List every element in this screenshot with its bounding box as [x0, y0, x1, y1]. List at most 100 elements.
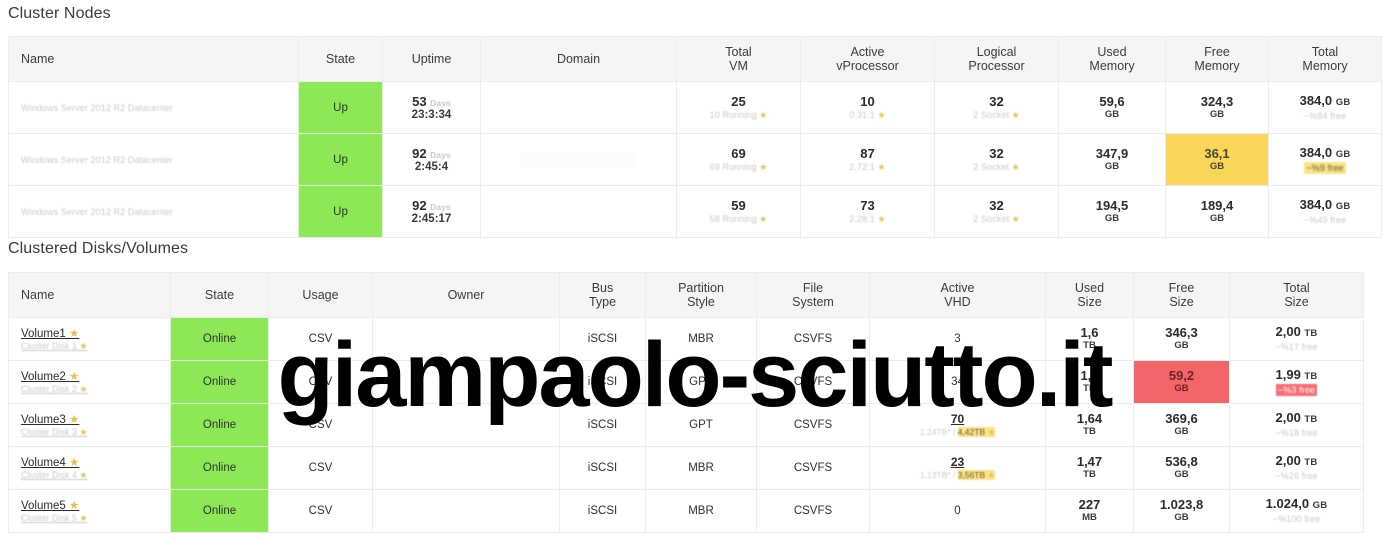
col-header-file-system[interactable]: File System — [756, 272, 870, 318]
volume-active-vhd-sub: 1,24TB* / 4,42TB ★ — [919, 427, 996, 437]
volume-partition-style-cell: MBR — [645, 446, 757, 490]
node-logical-processor-sub[interactable]: 2 Socket ★ — [937, 161, 1056, 173]
col-header-volume-state[interactable]: State — [170, 272, 269, 318]
col-header-used-size[interactable]: Used Size — [1045, 272, 1134, 318]
volume-free-size-cell: 59,2 GB — [1133, 360, 1230, 404]
volume-name-link[interactable]: Volume1 ★ — [21, 328, 79, 340]
col-header-active-vprocessor[interactable]: Active vProcessor — [800, 36, 935, 82]
node-used-memory-unit: GB — [1104, 212, 1120, 224]
node-domain-cell — [480, 81, 677, 134]
col-header-domain[interactable]: Domain — [480, 36, 677, 82]
node-active-vprocessor-sub[interactable]: 0,31:1 ★ — [803, 109, 932, 121]
volume-used-size-unit: TB — [1083, 340, 1096, 351]
volume-disk-label[interactable]: Cluster Disk 1 ★ — [21, 340, 168, 353]
volume-bus-type-cell: iSCSI — [559, 403, 646, 447]
volume-name-cell[interactable]: Volume1 ★ Cluster Disk 1 ★ — [8, 317, 171, 361]
volume-file-system-cell: CSVFS — [756, 360, 870, 404]
node-active-vprocessor-sub[interactable]: 2,72:1 ★ — [803, 161, 932, 173]
node-total-memory-free-badge: ~%49 free — [1303, 214, 1347, 225]
volume-active-vhd-value[interactable]: 23 — [872, 455, 1043, 469]
node-total-vm-sub[interactable]: 58 Running ★ — [679, 213, 798, 225]
node-total-vm-value: 59 — [731, 197, 746, 213]
col-header-owner-l1: Owner — [447, 288, 485, 302]
node-uptime-days: 92 Days — [412, 145, 451, 161]
volume-total-size-cell: 1.024,0 GB ~%100 free — [1229, 489, 1364, 533]
volume-total-size-free-badge: ~%26 free — [1275, 471, 1318, 481]
col-header-free-size[interactable]: Free Size — [1133, 272, 1230, 318]
col-header-name[interactable]: Name — [8, 36, 299, 82]
node-total-vm-sub[interactable]: 10 Running ★ — [679, 109, 798, 121]
col-header-name-l1: Name — [21, 52, 55, 66]
volume-used-size-unit: TB — [1083, 469, 1096, 480]
col-header-logical-processor[interactable]: Logical Processor — [934, 36, 1059, 82]
col-header-owner[interactable]: Owner — [372, 272, 560, 318]
col-header-free-memory[interactable]: Free Memory — [1165, 36, 1269, 82]
col-header-volume-name[interactable]: Name — [8, 272, 171, 318]
node-domain-cell — [480, 133, 677, 186]
col-header-total-size[interactable]: Total Size — [1229, 272, 1364, 318]
node-used-memory-cell: 194,5 GB — [1058, 185, 1166, 238]
node-total-vm-cell: 69 69 Running ★ — [676, 133, 801, 186]
volume-name-link[interactable]: Volume2 ★ — [21, 371, 79, 383]
col-header-usage-l1: Usage — [302, 288, 339, 302]
volume-used-size-value: 1,64 — [1076, 411, 1103, 426]
node-logical-processor-sub[interactable]: 2 Socket ★ — [937, 213, 1056, 225]
volume-name-cell[interactable]: Volume4 ★ Cluster Disk 4 ★ — [8, 446, 171, 490]
col-header-partition-style-l2: Style — [687, 295, 715, 309]
col-header-free-memory-l1: Free — [1204, 45, 1230, 59]
volume-state-badge: Online — [170, 403, 269, 447]
node-logical-processor-sub[interactable]: 2 Socket ★ — [937, 109, 1056, 121]
node-used-memory-value: 347,9 — [1095, 145, 1129, 161]
node-uptime-cell: 92 Days 2:45:4 — [382, 133, 481, 186]
volume-state-badge: Online — [170, 446, 269, 490]
node-logical-processor-value: 32 — [989, 145, 1004, 161]
col-header-total-vm[interactable]: Total VM — [676, 36, 801, 82]
volume-total-size-value: 1,99 TB — [1275, 367, 1318, 383]
node-free-memory-cell: 324,3 GB — [1165, 81, 1269, 134]
volume-name-cell[interactable]: Volume2 ★ Cluster Disk 2 ★ — [8, 360, 171, 404]
volume-used-size-value: 1,9 — [1080, 368, 1099, 383]
node-active-vprocessor-sub[interactable]: 2,28:1 ★ — [803, 213, 932, 225]
volume-name-link[interactable]: Volume5 ★ — [21, 500, 79, 512]
volume-active-vhd-value: 34 — [951, 376, 964, 388]
volume-free-size-cell: 536,8 GB — [1133, 446, 1230, 490]
volume-total-size-cell: 2,00 TB ~%18 free — [1229, 403, 1364, 447]
volume-name-cell[interactable]: Volume5 ★ Cluster Disk 5 ★ — [8, 489, 171, 533]
node-name-cell[interactable]: Windows Server 2012 R2 Datacenter — [8, 185, 299, 238]
col-header-uptime-l1: Uptime — [411, 52, 452, 66]
node-used-memory-unit: GB — [1104, 108, 1120, 120]
volume-disk-label[interactable]: Cluster Disk 2 ★ — [21, 383, 168, 396]
col-header-uptime[interactable]: Uptime — [382, 36, 481, 82]
volume-free-size-cell: 346,3 GB — [1133, 317, 1230, 361]
col-header-bus-type[interactable]: Bus Type — [559, 272, 646, 318]
volume-used-size-value: 227 — [1078, 497, 1101, 512]
volume-owner-cell — [372, 403, 560, 447]
volume-name-link[interactable]: Volume3 ★ — [21, 414, 79, 426]
node-total-memory-value: 384,0 GB — [1299, 144, 1351, 160]
col-header-active-vhd[interactable]: Active VHD — [869, 272, 1046, 318]
volume-name-cell[interactable]: Volume3 ★ Cluster Disk 3 ★ — [8, 403, 171, 447]
node-name-cell[interactable]: Windows Server 2012 R2 Datacenter — [8, 81, 299, 134]
col-header-total-memory[interactable]: Total Memory — [1268, 36, 1382, 82]
col-header-used-memory[interactable]: Used Memory — [1058, 36, 1166, 82]
col-header-usage[interactable]: Usage — [268, 272, 373, 318]
volume-disk-label[interactable]: Cluster Disk 4 ★ — [21, 469, 168, 482]
volume-active-vhd-value[interactable]: 70 — [872, 412, 1043, 426]
volume-usage-cell: CSV — [268, 360, 373, 404]
volume-total-size-value: 2,00 TB — [1275, 324, 1318, 340]
col-header-state[interactable]: State — [298, 36, 383, 82]
volume-name-link[interactable]: Volume4 ★ — [21, 457, 79, 469]
volume-file-system-cell: CSVFS — [756, 446, 870, 490]
volume-disk-label[interactable]: Cluster Disk 3 ★ — [21, 426, 168, 439]
col-header-partition-style[interactable]: Partition Style — [645, 272, 757, 318]
node-total-memory-value: 384,0 GB — [1299, 92, 1351, 108]
volume-disk-label[interactable]: Cluster Disk 5 ★ — [21, 512, 168, 525]
col-header-active-vprocessor-l1: Active — [850, 45, 885, 59]
volume-active-vhd-cell: 34 — [869, 360, 1046, 404]
node-name-cell[interactable]: Windows Server 2012 R2 Datacenter — [8, 133, 299, 186]
node-total-vm-cell: 25 10 Running ★ — [676, 81, 801, 134]
volume-free-size-unit: GB — [1174, 383, 1189, 394]
node-total-vm-sub[interactable]: 69 Running ★ — [679, 161, 798, 173]
node-total-memory-cell: 384,0 GB ~%9 free — [1268, 133, 1382, 186]
node-total-vm-value: 25 — [731, 93, 746, 109]
